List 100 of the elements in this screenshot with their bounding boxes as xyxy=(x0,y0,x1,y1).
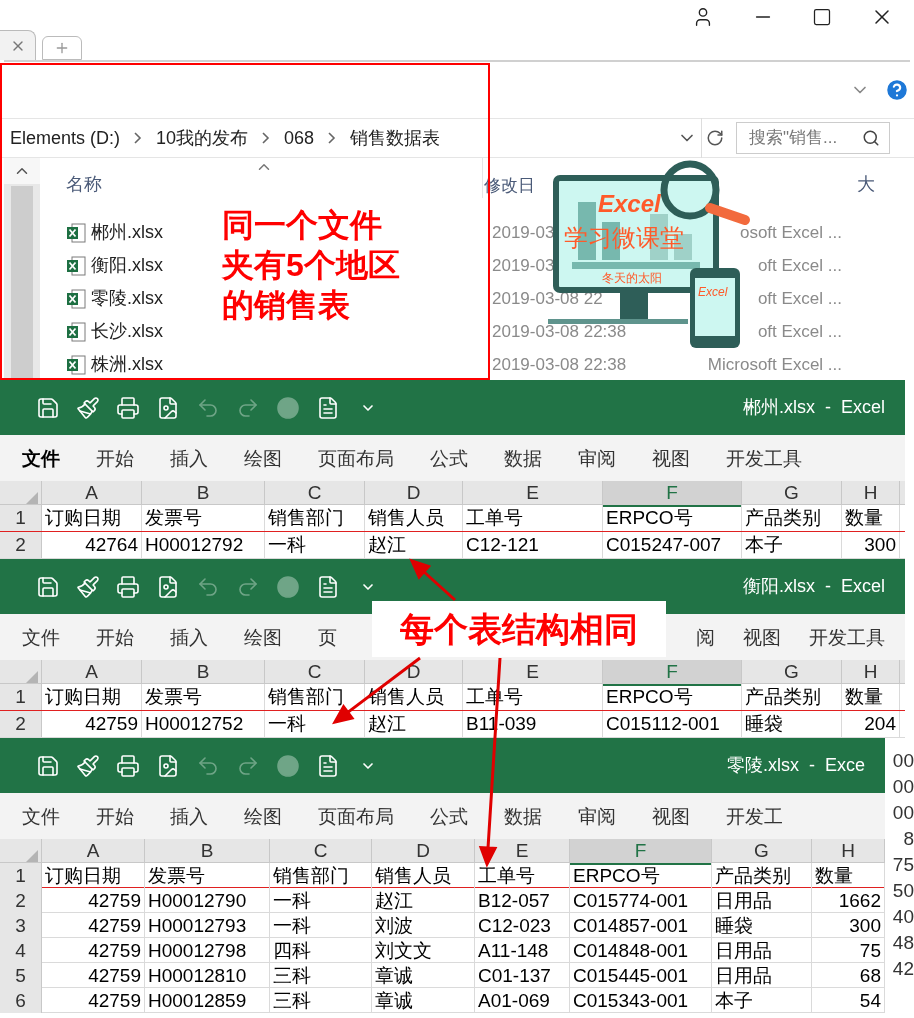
breadcrumb-item[interactable]: 销售数据表 xyxy=(350,124,441,152)
ribbon-tab[interactable]: 页 xyxy=(300,627,355,647)
table-cell: 三科 xyxy=(270,988,372,1013)
ribbon-tab[interactable]: 数据 xyxy=(486,448,560,468)
row-header[interactable]: 1 xyxy=(0,863,42,888)
breadcrumb-item[interactable]: 10我的发布 xyxy=(156,124,249,152)
column-header[interactable]: H xyxy=(842,481,900,507)
column-header[interactable]: G xyxy=(742,481,842,507)
file-type: oft Excel ... xyxy=(757,288,842,308)
table-cell: 一科 xyxy=(270,913,372,938)
column-header[interactable]: F xyxy=(603,481,742,507)
ribbon-tab[interactable]: 数据 xyxy=(486,806,560,826)
ribbon-tab[interactable]: 文件 xyxy=(4,627,78,647)
column-header[interactable]: C xyxy=(270,839,372,865)
breadcrumb-item[interactable]: 068 xyxy=(284,124,315,152)
column-header[interactable]: H xyxy=(842,660,900,686)
file-name[interactable]: 长沙.xlsx xyxy=(91,321,163,341)
row-header[interactable]: 1 xyxy=(0,505,42,531)
table-cell: 一科 xyxy=(270,888,372,913)
table-cell: C01-137 xyxy=(475,963,570,988)
row-header[interactable]: 2 xyxy=(0,532,42,558)
table-cell: H00012792 xyxy=(142,532,265,558)
ribbon-tab[interactable]: 插入 xyxy=(152,627,226,647)
table-cell-text: 8 xyxy=(903,827,914,851)
breadcrumb-item[interactable]: Elements (D:) xyxy=(10,124,121,152)
ribbon-tab[interactable]: 公式 xyxy=(412,806,486,826)
file-name[interactable]: 零陵.xlsx xyxy=(91,288,163,308)
ribbon-tab[interactable]: 开发工具 xyxy=(708,448,820,468)
table-cell: ERPCO号 xyxy=(603,505,742,531)
ribbon-tab[interactable]: 插入 xyxy=(152,448,226,468)
table-cell: 75 xyxy=(812,938,885,963)
file-type: osoft Excel ... xyxy=(739,222,842,242)
ribbon-tab[interactable]: 文件 xyxy=(4,806,78,826)
file-type: oft Excel ... xyxy=(757,255,842,275)
ribbon-tab[interactable]: 视图 xyxy=(634,448,708,468)
modified-date: 2019-03 xyxy=(492,255,555,275)
ribbon-tab[interactable]: 文件 xyxy=(4,448,78,468)
ribbon-tab[interactable]: 开始 xyxy=(78,627,152,647)
column-header[interactable]: B xyxy=(142,660,265,686)
file-name[interactable]: 衡阳.xlsx xyxy=(91,255,163,275)
row-header[interactable]: 2 xyxy=(0,711,42,737)
column-header[interactable]: C xyxy=(265,481,365,507)
table-cell: C014857-001 xyxy=(570,913,712,938)
table-cell: 赵江 xyxy=(365,711,463,737)
ribbon-tab[interactable]: 绘图 xyxy=(226,806,300,826)
table-cell: 产品类别 xyxy=(712,863,812,888)
ribbon-tab[interactable]: 视图 xyxy=(729,627,795,647)
table-cell-text: 50 xyxy=(892,879,914,903)
table-cell: 睡袋 xyxy=(712,913,812,938)
table-cell: H00012798 xyxy=(145,938,270,963)
ribbon-tab[interactable]: 页面布局 xyxy=(300,806,412,826)
table-cell: C12-023 xyxy=(475,913,570,938)
chevron-icon xyxy=(134,132,143,144)
row-header[interactable]: 5 xyxy=(0,963,42,988)
ribbon-tab[interactable]: 开始 xyxy=(78,806,152,826)
search-field[interactable]: 搜索"销售... xyxy=(736,122,890,154)
file-name[interactable]: 郴州.xlsx xyxy=(91,222,163,242)
help-icon[interactable] xyxy=(884,77,910,103)
column-header[interactable]: F xyxy=(570,839,712,865)
ribbon-tab[interactable]: 审阅 xyxy=(560,448,634,468)
annotation-text: 夹有5个地区 xyxy=(222,246,400,285)
ribbon-tab[interactable]: 阅 xyxy=(682,627,729,647)
maximize-icon[interactable] xyxy=(812,7,832,27)
ribbon-tab[interactable]: 视图 xyxy=(634,806,708,826)
column-header[interactable]: G xyxy=(742,660,842,686)
search-icon[interactable] xyxy=(862,129,880,147)
spreadsheet-file-icon xyxy=(66,288,86,309)
column-header[interactable]: H xyxy=(812,839,885,865)
scrollbar[interactable] xyxy=(4,158,40,380)
table-cell: 章诚 xyxy=(372,963,475,988)
ribbon-tab[interactable]: 审阅 xyxy=(560,806,634,826)
ribbon-tab[interactable]: 页面布局 xyxy=(300,448,412,468)
column-header[interactable]: B xyxy=(142,481,265,507)
file-name[interactable]: 株洲.xlsx xyxy=(91,354,163,374)
column-header[interactable]: 大 xyxy=(857,171,875,198)
row-header[interactable]: 6 xyxy=(0,988,42,1013)
table-cell: 本子 xyxy=(712,988,812,1013)
ribbon-tab[interactable]: 绘图 xyxy=(226,448,300,468)
column-header[interactable]: G xyxy=(712,839,812,865)
table-cell-text: 40 xyxy=(892,905,914,929)
row-header[interactable]: 1 xyxy=(0,684,42,710)
column-header[interactable]: 名称 xyxy=(66,174,102,194)
column-header[interactable]: F xyxy=(603,660,742,686)
row-header[interactable]: 3 xyxy=(0,913,42,938)
ribbon-tab[interactable]: 开始 xyxy=(78,448,152,468)
chevron-icon xyxy=(328,132,337,144)
table-cell: 42759 xyxy=(42,888,145,913)
column-header[interactable]: D xyxy=(365,481,463,507)
row-header[interactable]: 2 xyxy=(0,888,42,913)
ribbon-tab[interactable]: 开发工 xyxy=(708,806,801,826)
ribbon-tab[interactable]: 插入 xyxy=(152,806,226,826)
table-cell: 销售部门 xyxy=(265,505,365,531)
column-header[interactable]: B xyxy=(145,839,270,865)
ribbon-tab[interactable]: 开发工具 xyxy=(795,627,899,647)
column-header[interactable]: C xyxy=(265,660,365,686)
ribbon-tab[interactable]: 公式 xyxy=(412,448,486,468)
ribbon-tab[interactable]: 绘图 xyxy=(226,627,300,647)
table-cell: 赵江 xyxy=(372,888,475,913)
column-header[interactable]: D xyxy=(372,839,475,865)
row-header[interactable]: 4 xyxy=(0,938,42,963)
